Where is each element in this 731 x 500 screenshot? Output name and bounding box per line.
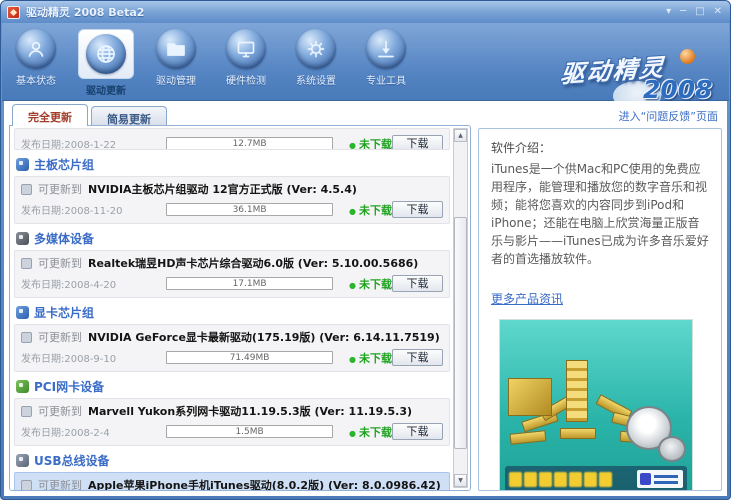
disc-shape — [658, 436, 686, 462]
network-category-icon — [16, 380, 29, 393]
feedback-page-link[interactable]: 进入“问题反馈”页面 — [478, 104, 722, 128]
main-content: 完全更新 简易更新 发布日期:2008-1-22 12.7MB 未下载 下载 — [4, 101, 727, 496]
status-badge: 未下载 — [349, 202, 392, 218]
scrollbar-thumb[interactable] — [454, 217, 467, 449]
progress-bar: 17.1MB — [166, 277, 333, 290]
scroll-down-icon[interactable]: ▼ — [454, 474, 467, 487]
promo-caption-strip — [505, 466, 687, 490]
status-badge: 未下载 — [349, 276, 392, 292]
category-header: USB总线设备 — [14, 448, 450, 471]
usb-category-icon — [16, 454, 29, 467]
progress-bar: 71.49MB — [166, 351, 333, 364]
category-header: 主板芯片组 — [14, 152, 450, 175]
download-button[interactable]: 下载 — [391, 349, 443, 366]
progress-bar: 1.5MB — [166, 425, 333, 438]
tab-bar: 完全更新 简易更新 — [9, 104, 471, 126]
audio-category-icon — [16, 232, 29, 245]
logo-year: 2008 — [643, 75, 713, 104]
progress-bar: 36.1MB — [166, 203, 333, 216]
more-info-link[interactable]: 更多产品资讯 — [491, 290, 563, 307]
driver-name: NVIDIA GeForce显卡最新驱动(175.19版) (Ver: 6.14… — [88, 331, 440, 344]
folder-manage-icon — [156, 29, 196, 69]
toolbar-buttons: 基本状态 驱动更新 驱动管理 硬件检测 系统设置 专业工具 — [6, 26, 416, 97]
category-header: PCI网卡设备 — [14, 374, 450, 397]
gold-stack-shape — [566, 360, 588, 422]
toolbar-item-system-settings[interactable]: 系统设置 — [286, 26, 346, 97]
logo-orange-ball-icon — [680, 49, 695, 64]
download-tools-icon — [366, 29, 406, 69]
driver-name: Realtek瑞昱HD声卡芯片综合驱动6.0版 (Ver: 5.10.00.56… — [88, 257, 419, 270]
driver-row-partial[interactable]: 发布日期:2008-1-22 12.7MB 未下载 下载 — [14, 128, 450, 150]
gear-icon — [296, 29, 336, 69]
software-intro-box: 软件介绍： iTunes是一个供Mac和PC使用的免费应用程序，能管理和播放您的… — [478, 128, 722, 491]
driver-list: 发布日期:2008-1-22 12.7MB 未下载 下载 主板芯片组 可更新到 — [9, 125, 471, 491]
category-header: 显卡芯片组 — [14, 300, 450, 323]
status-badge: 未下载 — [349, 350, 392, 366]
category-header: 多媒体设备 — [14, 226, 450, 249]
driver-row[interactable]: 可更新到 Marvell Yukon系列网卡驱动11.19.5.3版 (Ver:… — [14, 398, 450, 446]
driver-item-icon — [21, 257, 32, 269]
driver-row[interactable]: 可更新到 Realtek瑞昱HD声卡芯片综合驱动6.0版 (Ver: 5.10.… — [14, 250, 450, 298]
scroll-up-icon[interactable]: ▲ — [454, 129, 467, 142]
minimize-icon[interactable]: ─ — [680, 7, 686, 17]
gold-bar-shape — [509, 430, 547, 445]
driver-item-icon — [21, 183, 32, 195]
driver-row[interactable]: 可更新到 NVIDIA GeForce显卡最新驱动(175.19版) (Ver:… — [14, 324, 450, 372]
download-button[interactable]: 下载 — [391, 135, 443, 149]
driver-item-icon — [21, 479, 32, 490]
window-title: 驱动精灵 2008 Beta2 — [26, 6, 145, 19]
driver-name: NVIDIA主板芯片组驱动 12官方正式版 (Ver: 4.5.4) — [88, 183, 357, 196]
toolbar-item-hardware-detect[interactable]: 硬件检测 — [216, 26, 276, 97]
promo-logo — [637, 470, 683, 488]
download-button[interactable]: 下载 — [391, 423, 443, 440]
window-controls: ▾ ─ □ ✕ — [666, 7, 722, 17]
monitor-detect-icon — [226, 29, 266, 69]
status-badge: 未下载 — [349, 424, 392, 440]
toolbar-item-driver-manage[interactable]: 驱动管理 — [146, 26, 206, 97]
app-icon — [7, 5, 20, 19]
driver-item-icon — [21, 331, 32, 343]
app-window: 驱动精灵 2008 Beta2 ▾ ─ □ ✕ 基本状态 驱动更新 驱动管理 硬… — [0, 0, 731, 500]
menu-arrow-icon[interactable]: ▾ — [666, 7, 671, 17]
download-button[interactable]: 下载 — [391, 201, 443, 218]
title-bar: 驱动精灵 2008 Beta2 ▾ ─ □ ✕ — [1, 1, 730, 23]
tab-full-update[interactable]: 完全更新 — [12, 104, 88, 126]
driver-name: Marvell Yukon系列网卡驱动11.19.5.3版 (Ver: 11.1… — [88, 405, 413, 418]
maximize-icon[interactable]: □ — [695, 7, 704, 17]
download-button[interactable]: 下载 — [391, 275, 443, 292]
toolbar-item-driver-update[interactable]: 驱动更新 — [76, 26, 136, 97]
vertical-scrollbar[interactable]: ▲ ▼ — [453, 128, 468, 488]
intro-text: iTunes是一个供Mac和PC使用的免费应用程序，能管理和播放您的数字音乐和视… — [491, 162, 709, 266]
intro-title: 软件介绍： — [491, 141, 552, 155]
chipset-category-icon — [16, 158, 29, 171]
close-icon[interactable]: ✕ — [714, 7, 722, 17]
gold-bar-shape — [560, 428, 596, 439]
globe-update-icon — [86, 34, 126, 74]
user-status-icon — [16, 29, 56, 69]
toolbar-item-status[interactable]: 基本状态 — [6, 26, 66, 97]
driver-row-selected[interactable]: 可更新到 Apple苹果iPhone手机iTunes驱动(8.0.2版) (Ve… — [14, 472, 450, 491]
video-category-icon — [16, 306, 29, 319]
progress-bar: 12.7MB — [166, 137, 333, 149]
driver-item-icon — [21, 405, 32, 417]
gold-box-shape — [508, 378, 552, 416]
info-panel: 进入“问题反馈”页面 软件介绍： iTunes是一个供Mac和PC使用的免费应用… — [478, 104, 722, 491]
tab-easy-update[interactable]: 简易更新 — [91, 106, 167, 126]
driver-update-panel: 完全更新 简易更新 发布日期:2008-1-22 12.7MB 未下载 下载 — [9, 104, 471, 491]
status-badge: 未下载 — [349, 136, 392, 150]
driver-name: Apple苹果iPhone手机iTunes驱动(8.0.2版) (Ver: 8.… — [88, 479, 441, 491]
promo-banner-image[interactable] — [499, 319, 693, 490]
toolbar-item-pro-tools[interactable]: 专业工具 — [356, 26, 416, 97]
toolbar: 基本状态 驱动更新 驱动管理 硬件检测 系统设置 专业工具 驱动精灵 2008 — [2, 23, 729, 119]
driver-row[interactable]: 可更新到 NVIDIA主板芯片组驱动 12官方正式版 (Ver: 4.5.4) … — [14, 176, 450, 224]
